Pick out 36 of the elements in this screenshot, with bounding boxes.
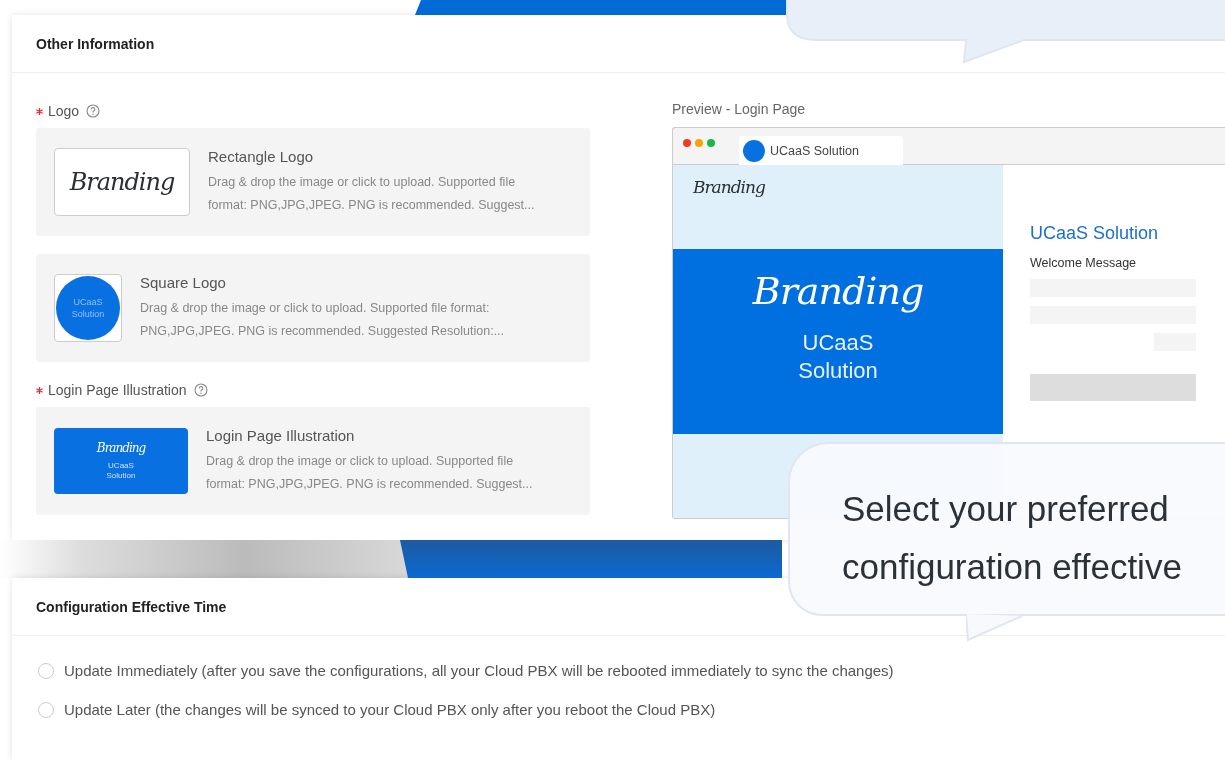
logo-text: UCaaS Solution <box>105 461 137 481</box>
section-title: Configuration Effective Time <box>36 598 227 615</box>
section-title: Other Information <box>36 35 155 52</box>
field-label: Logo <box>48 103 80 119</box>
logo-text: Branding <box>752 269 924 313</box>
window-dot-icon <box>707 139 715 147</box>
banner-title: UCaaS Solution <box>797 329 879 385</box>
window-dot-icon <box>695 139 703 147</box>
favicon-icon <box>743 140 765 162</box>
upload-description: Drag & drop the image or click to upload. Supported file format: PNG,JPG,JPEG. PNG is recommended. Suggest... <box>206 452 534 493</box>
help-icon[interactable] <box>193 383 208 397</box>
field-label: Login Page Illustration <box>48 382 187 398</box>
upload-description: Drag & drop the image or click to upload. Supported file format: PNG,JPG,JPEG. PNG is recommended. Suggested Resolution:... <box>140 299 506 340</box>
option-label: Update Immediately (after you save the configurations, all your Cloud PBX will be rebooted immediately to sync the changes) <box>64 662 894 679</box>
logo-text: Branding <box>96 441 146 455</box>
upload-area[interactable]: Branding UCaaS Solution Login Page Illustration Drag & drop the image or click to upload. Supported file format: PNG,JPG,JPEG. PNG is recommended. Suggest... <box>36 407 590 515</box>
login-title: UCaaS Solution <box>1030 223 1160 244</box>
logo-text: UCaaS Solution <box>70 296 106 320</box>
upload-description: Drag & drop the image or click to upload. Supported file format: PNG,JPG,JPEG. PNG is recommended. Suggest... <box>208 173 536 214</box>
logo-text: Branding <box>69 168 175 196</box>
upload-title: Login Page Illustration <box>206 426 356 444</box>
callout-text: Select your preferred <box>842 488 1170 530</box>
preview-label: Preview - Login Page <box>672 101 807 119</box>
logo-text: Branding <box>693 177 765 197</box>
upload-title: Rectangle Logo <box>208 147 315 165</box>
radio-button[interactable] <box>38 662 54 679</box>
callout-text: configuration effective <box>842 546 1183 588</box>
help-icon[interactable] <box>86 104 101 118</box>
radio-button[interactable] <box>38 701 54 718</box>
upload-area[interactable]: Branding Rectangle Logo Drag & drop the image or click to upload. Supported file format: PNG,JPG,JPEG. PNG is recommended. Suggest... <box>36 128 590 236</box>
upload-area[interactable]: UCaaS Solution Square Logo Drag & drop the image or click to upload. Supported file format: PNG,JPG,JPEG. PNG is recommended. Suggested Resolution:... <box>36 254 590 362</box>
window-dot-icon <box>683 139 691 147</box>
upload-title: Square Logo <box>140 273 227 291</box>
tab-title: UCaaS Solution <box>770 144 859 158</box>
option-label: Update Later (the changes will be synced to your Cloud PBX only after you reboot the Cloud PBX) <box>64 701 716 718</box>
welcome-message: Welcome Message <box>1030 256 1138 270</box>
